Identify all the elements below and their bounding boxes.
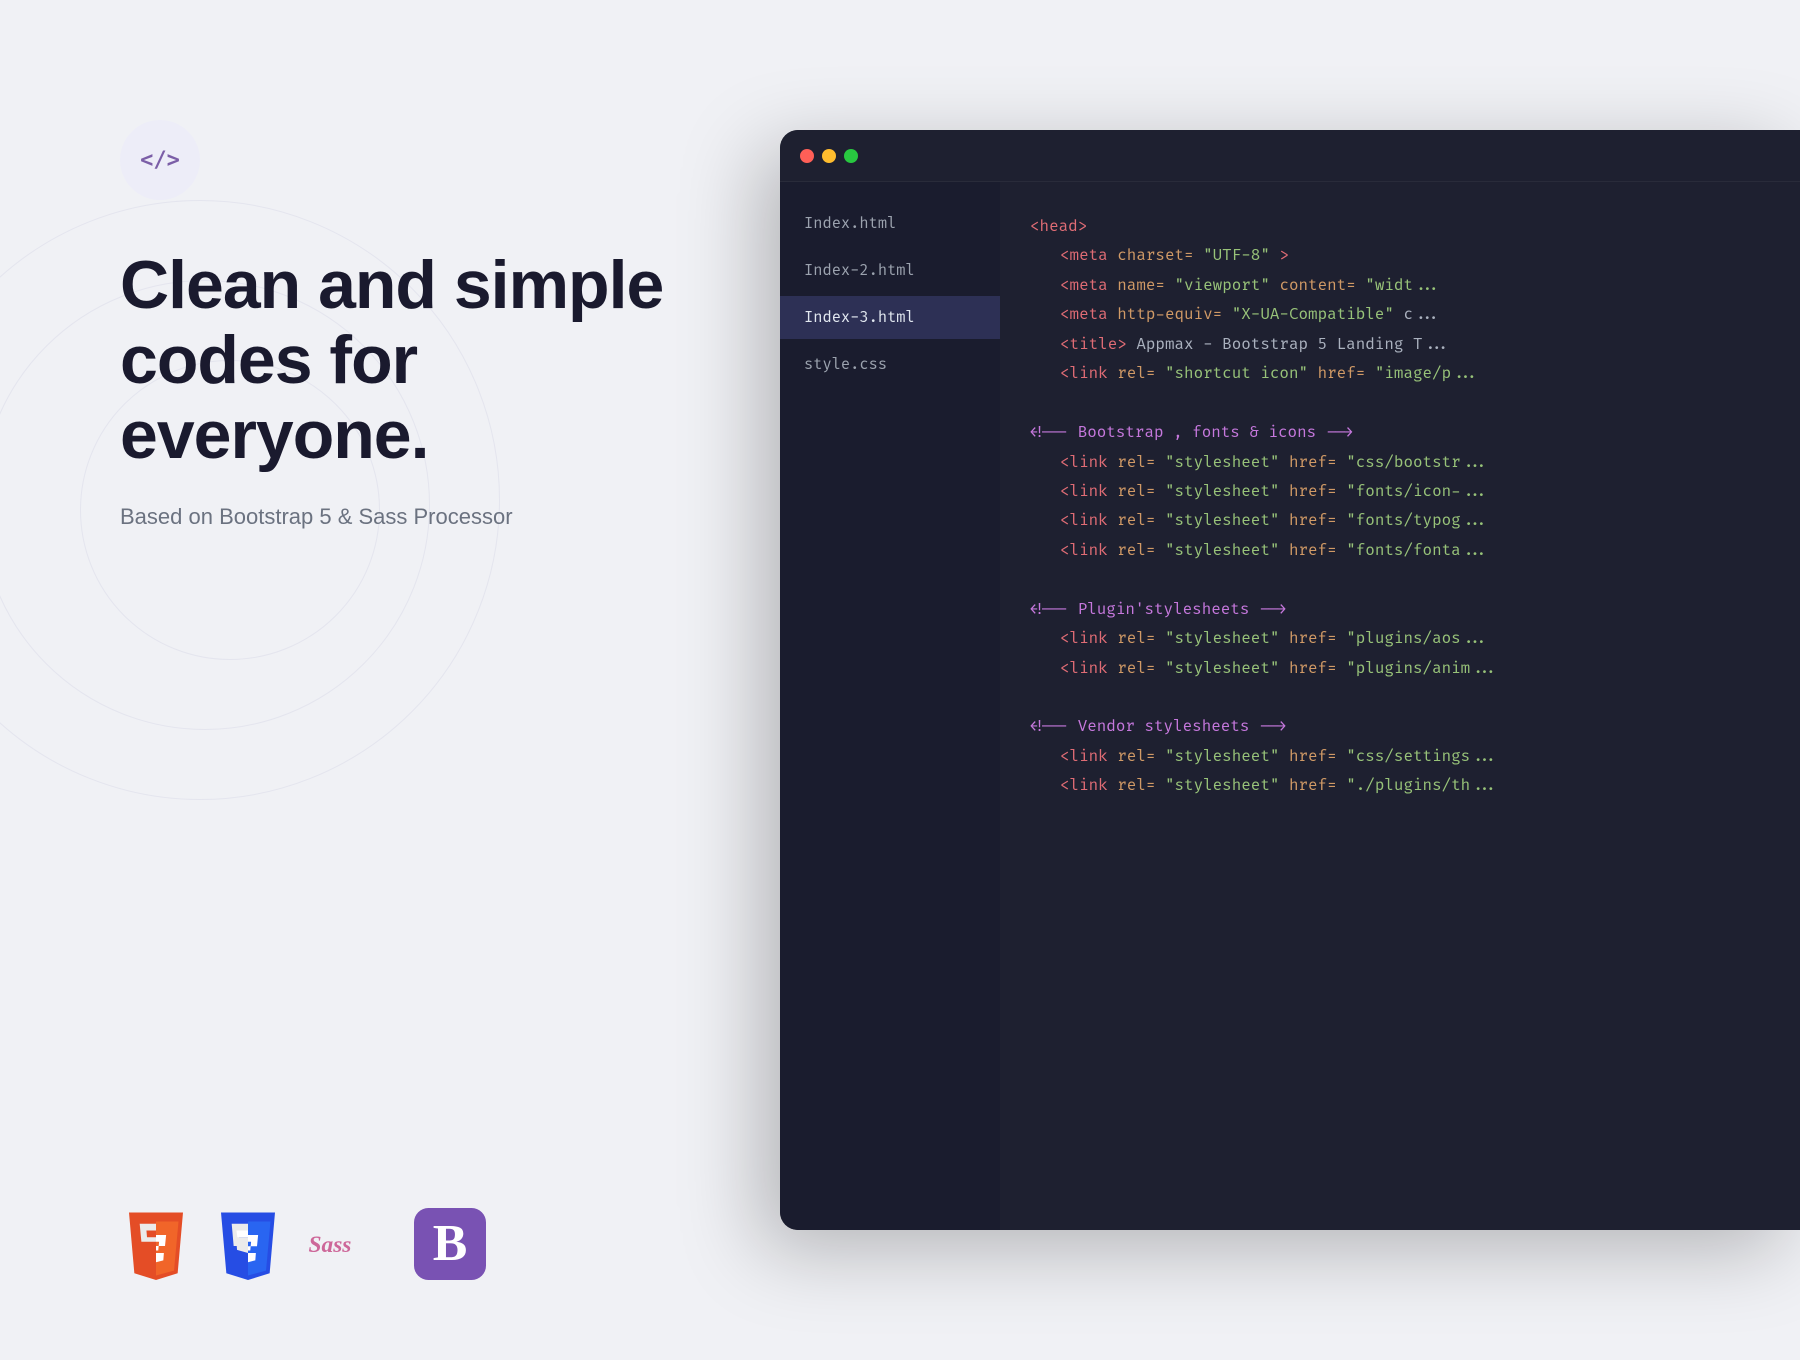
- editor-body: Index.html Index-2.html Index-3.html sty…: [780, 182, 1800, 1230]
- page-layout: </> Clean and simple codes for everyone.…: [0, 0, 1800, 1360]
- maximize-button-dot[interactable]: [844, 149, 858, 163]
- file-index-2-html[interactable]: Index-2.html: [780, 249, 1000, 292]
- code-comment-vendor: <!-- Vendor stylesheets -->: [1030, 712, 1770, 741]
- code-link-bootstrap-css: <link rel= "stylesheet" href= "css/boots…: [1030, 448, 1770, 477]
- code-link-css-settings: <link rel= "stylesheet" href= "css/setti…: [1030, 742, 1770, 771]
- css3-logo: [212, 1208, 284, 1280]
- hero-subtitle: Based on Bootstrap 5 & Sass Processor: [120, 504, 680, 530]
- close-button-dot[interactable]: [800, 149, 814, 163]
- right-panel: Index.html Index-2.html Index-3.html sty…: [760, 0, 1800, 1360]
- code-line-meta-charset: <meta charset= "UTF-8" >: [1030, 241, 1770, 270]
- bootstrap-logo: B: [414, 1208, 486, 1280]
- code-link-fonts-typo: <link rel= "stylesheet" href= "fonts/typ…: [1030, 506, 1770, 535]
- code-line-link-icon: <link rel= "shortcut icon" href= "image/…: [1030, 359, 1770, 388]
- editor-window: Index.html Index-2.html Index-3.html sty…: [780, 130, 1800, 1230]
- svg-text:Sass: Sass: [309, 1232, 352, 1258]
- code-content: <head> <meta charset= "UTF-8" > <meta na…: [1000, 182, 1800, 1230]
- code-link-fonts-fonta: <link rel= "stylesheet" href= "fonts/fon…: [1030, 536, 1770, 565]
- code-link-fonts-icon: <link rel= "stylesheet" href= "fonts/ico…: [1030, 477, 1770, 506]
- code-link-plugins-theme: <link rel= "stylesheet" href= "./plugins…: [1030, 771, 1770, 800]
- code-line-meta-viewport: <meta name= "viewport" content= "widt...: [1030, 271, 1770, 300]
- code-blank-2: [1030, 565, 1770, 594]
- svg-text:B: B: [433, 1215, 468, 1272]
- code-comment-plugins: <!-- Plugin'stylesheets -->: [1030, 595, 1770, 624]
- tech-logos: Sass B: [120, 1208, 680, 1280]
- code-link-plugins-aos: <link rel= "stylesheet" href= "plugins/a…: [1030, 624, 1770, 653]
- code-line-head: <head>: [1030, 212, 1770, 241]
- code-link-plugins-anim: <link rel= "stylesheet" href= "plugins/a…: [1030, 654, 1770, 683]
- hero-title: Clean and simple codes for everyone.: [120, 248, 680, 472]
- code-comment-bootstrap: <!-- Bootstrap , fonts & icons -->: [1030, 418, 1770, 447]
- editor-file-sidebar: Index.html Index-2.html Index-3.html sty…: [780, 182, 1000, 1230]
- code-line-meta-compat: <meta http-equiv= "X-UA-Compatible" c...: [1030, 300, 1770, 329]
- editor-titlebar: [780, 130, 1800, 182]
- code-line-title: <title> Appmax - Bootstrap 5 Landing T..…: [1030, 330, 1770, 359]
- minimize-button-dot[interactable]: [822, 149, 836, 163]
- file-style-css[interactable]: style.css: [780, 343, 1000, 386]
- html5-logo: [120, 1208, 192, 1280]
- sass-logo: Sass: [304, 1208, 394, 1280]
- file-index-3-html[interactable]: Index-3.html: [780, 296, 1000, 339]
- code-blank-1: [1030, 389, 1770, 418]
- left-panel: </> Clean and simple codes for everyone.…: [0, 0, 760, 1360]
- file-index-html[interactable]: Index.html: [780, 202, 1000, 245]
- code-icon: </>: [140, 148, 180, 173]
- code-blank-3: [1030, 683, 1770, 712]
- code-icon-badge: </>: [120, 120, 200, 200]
